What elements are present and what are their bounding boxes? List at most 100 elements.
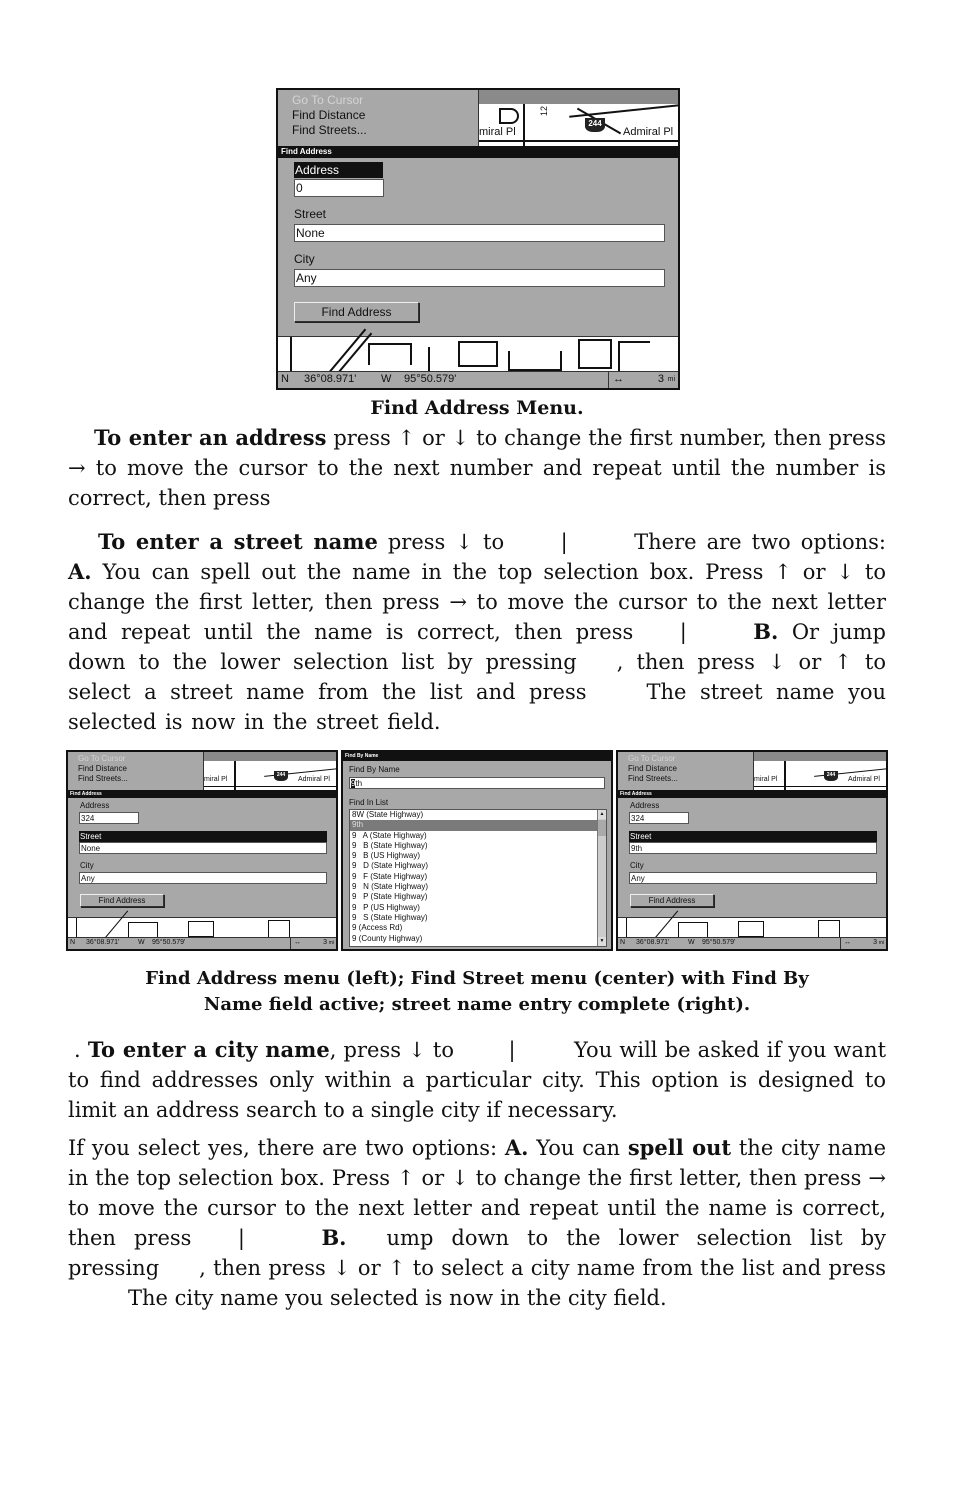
context-menu: Go To Cursor Find Distance Find Streets.…	[68, 752, 203, 790]
text: There are two options:	[634, 530, 886, 554]
street-input[interactable]: 9th	[629, 842, 877, 854]
text: , press ↓ to	[329, 1038, 455, 1062]
street-list-item[interactable]: 9 B (State Highway)	[350, 841, 606, 851]
figure1-caption: Find Address Menu.	[370, 397, 584, 419]
street-list-item[interactable]: 9 (Access Rd)	[350, 923, 606, 933]
latitude: 36°08.971'	[86, 939, 120, 946]
list-scrollbar[interactable]: ▲ ▼	[597, 810, 606, 946]
city-input[interactable]: Any	[79, 872, 327, 884]
find-by-name-text: th	[355, 779, 363, 788]
street-input[interactable]: None	[79, 842, 327, 854]
figure2-caption-line2: Name field active; street name entry com…	[203, 994, 751, 1015]
street-list-item[interactable]: 9 P (US Highway)	[350, 903, 606, 913]
city-input[interactable]: Any	[294, 269, 665, 287]
key-pipe: |	[508, 1038, 516, 1062]
menu-item-go-to-cursor[interactable]: Go To Cursor	[292, 93, 478, 108]
context-menu: Go To Cursor Find Distance Find Streets.…	[278, 90, 478, 146]
map-label-admiral-pl: Admiral Pl	[298, 776, 330, 783]
map-preview-top: 244 Admiral Pl miral Pl 12	[478, 90, 678, 146]
city-label: City	[80, 861, 94, 870]
address-input[interactable]: 324	[629, 812, 689, 824]
find-address-button[interactable]: Find Address	[630, 894, 714, 907]
address-label: Address	[294, 162, 383, 178]
menu-item-find-streets[interactable]: Find Streets...	[78, 774, 203, 784]
context-menu: Go To Cursor Find Distance Find Streets.…	[618, 752, 753, 790]
option-a-label: A.	[504, 1135, 529, 1160]
find-address-button[interactable]: Find Address	[294, 302, 419, 322]
status-bar: N 36°08.971' W 95°50.579' ↔ 3 mi	[278, 371, 678, 388]
text: If you select yes, there are two options…	[68, 1136, 505, 1160]
scroll-down-arrow-icon[interactable]: ▼	[598, 937, 606, 946]
status-bar: N 36°08.971' W 95°50.579' ↔ 3 mi	[68, 937, 336, 949]
menu-item-find-streets[interactable]: Find Streets...	[292, 123, 478, 138]
street-list-item[interactable]: 9 S (State Highway)	[350, 913, 606, 923]
dialog-title-bar: Find By Name	[343, 752, 611, 761]
map-label-admiral-pl: Admiral Pl	[623, 126, 674, 138]
scroll-thumb[interactable]	[598, 820, 606, 836]
city-input[interactable]: Any	[629, 872, 877, 884]
street-list[interactable]: 8W (State Highway) 9th 9 A (State Highway)…	[349, 809, 607, 947]
lon-hemisphere: W	[381, 373, 392, 385]
text: , then press ↓ or ↑ to select a city nam…	[199, 1256, 886, 1280]
scale-unit: mi	[328, 940, 334, 946]
map-label-admiral-pl-partial: miral Pl	[204, 776, 228, 783]
key-pipe: |	[560, 530, 568, 554]
street-input[interactable]: None	[294, 224, 665, 242]
option-b-label: B.	[753, 619, 779, 644]
street-list-item[interactable]: 9 F (State Highway)	[350, 872, 606, 882]
latitude: 36°08.971'	[636, 939, 670, 946]
map-label-admiral-pl-partial: miral Pl	[754, 776, 778, 783]
city-label: City	[630, 861, 644, 870]
scale-unit: mi	[667, 376, 675, 383]
scroll-up-arrow-icon[interactable]: ▲	[598, 810, 606, 819]
menu-item-find-distance[interactable]: Find Distance	[78, 764, 203, 774]
key-pipe: |	[237, 1226, 245, 1250]
scale-arrow-icon: ↔	[844, 939, 851, 946]
street-label: Street	[79, 831, 327, 842]
map-label-admiral-pl-partial: miral Pl	[479, 126, 516, 138]
text: press ↓ to	[377, 530, 505, 554]
street-list-item[interactable]: 9 B (US Highway)	[350, 851, 606, 861]
highway-shield-icon: 244	[585, 118, 605, 132]
street-list-item[interactable]: 9th	[350, 820, 606, 831]
text: The city name you selected is now in the…	[128, 1286, 667, 1310]
longitude: 95°50.579'	[404, 373, 457, 385]
street-list-item[interactable]: 9 N (State Highway)	[350, 882, 606, 892]
text: You can	[528, 1136, 628, 1160]
paragraph-enter-city: . To enter a city name, press ↓ to | You w…	[68, 1035, 886, 1125]
street-label: Street	[629, 831, 877, 842]
heading-enter-street: To enter a street name	[98, 529, 378, 554]
street-list-item[interactable]: 8W (State Highway)	[350, 810, 606, 820]
map-preview-top: 244 Admiral Pl miral Pl	[753, 752, 886, 790]
find-by-name-label: Find By Name	[349, 765, 400, 774]
menu-item-go-to-cursor[interactable]: Go To Cursor	[628, 754, 753, 764]
street-list-item[interactable]: 9 P (State Highway)	[350, 892, 606, 902]
scale-value: 3	[323, 939, 327, 946]
map-label-admiral-pl: Admiral Pl	[848, 776, 880, 783]
street-list-item[interactable]: 9 A (State Highway)	[350, 831, 606, 841]
menu-item-find-streets[interactable]: Find Streets...	[628, 774, 753, 784]
lon-hemisphere: W	[138, 939, 145, 946]
menu-item-go-to-cursor[interactable]: Go To Cursor	[78, 754, 203, 764]
find-street-screen-center: Find By Name Find By Name 9th Find In Li…	[341, 750, 613, 951]
key-pipe: |	[679, 620, 687, 644]
scale-arrow-icon: ↔	[294, 939, 301, 946]
latitude: 36°08.971'	[304, 373, 357, 385]
find-address-screen-large: Go To Cursor Find Distance Find Streets.…	[276, 88, 680, 390]
street-list-item[interactable]: 9 (County Highway)	[350, 934, 606, 944]
map-preview-top: 244 Admiral Pl miral Pl	[203, 752, 336, 790]
find-address-button[interactable]: Find Address	[80, 894, 164, 907]
heading-enter-address: To enter an address	[94, 425, 327, 450]
paragraph-enter-street: To enter a street name press ↓ to | There …	[68, 527, 886, 737]
menu-item-find-distance[interactable]: Find Distance	[628, 764, 753, 774]
map-preview-bottom	[278, 328, 678, 388]
address-input[interactable]: 0	[294, 179, 384, 197]
street-list-item[interactable]: 9 D (State Highway)	[350, 861, 606, 871]
find-by-name-input[interactable]: 9th	[349, 777, 605, 789]
longitude: 95°50.579'	[702, 939, 736, 946]
address-input[interactable]: 324	[79, 812, 139, 824]
menu-item-find-distance[interactable]: Find Distance	[292, 108, 478, 123]
option-a-label: A.	[68, 559, 92, 584]
paragraph-city-options: If you select yes, there are two options…	[68, 1133, 886, 1313]
dialog-title-bar: Find Address	[618, 790, 886, 798]
